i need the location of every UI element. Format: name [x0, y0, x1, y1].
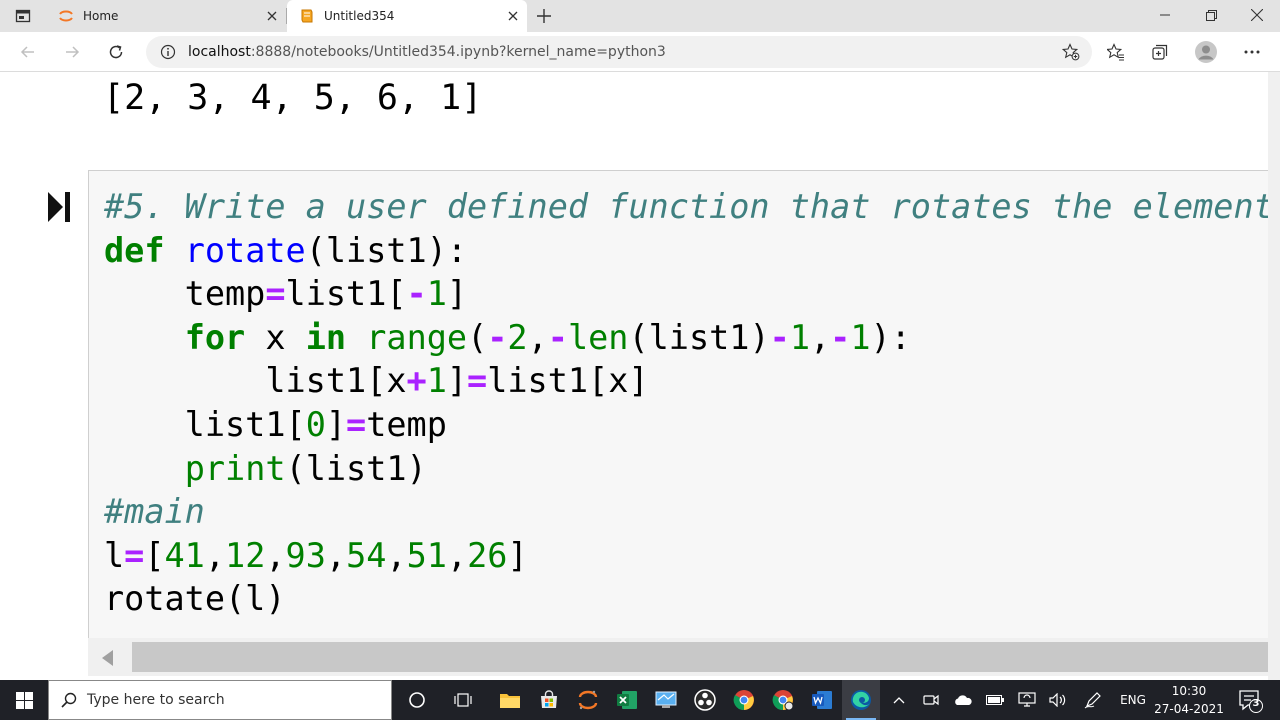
cortana-icon: [409, 692, 425, 708]
taskbar-clock[interactable]: 10:30 27-04-2021: [1150, 682, 1228, 718]
remote-desktop-button[interactable]: [647, 680, 685, 720]
notification-count: 3: [1252, 698, 1260, 709]
tab-home[interactable]: Home: [46, 0, 286, 32]
navigation-bar: localhost:8888/notebooks/Untitled354.ipy…: [0, 32, 1280, 72]
task-view-icon: [454, 693, 472, 707]
chrome-profile-icon: [772, 690, 794, 711]
network-icon[interactable]: [1015, 680, 1039, 720]
task-view-button[interactable]: [444, 680, 482, 720]
clock-date: 27-04-2021: [1154, 702, 1224, 716]
obs-icon: [694, 689, 716, 711]
store-button[interactable]: [530, 680, 568, 720]
new-tab-button[interactable]: [531, 4, 557, 28]
tab-untitled354[interactable]: Untitled354: [287, 0, 527, 32]
excel-button[interactable]: [608, 680, 646, 720]
scroll-left-icon[interactable]: [102, 650, 113, 666]
file-explorer-button[interactable]: [491, 680, 529, 720]
scrollbar-thumb[interactable]: [132, 642, 1268, 672]
edge-button[interactable]: [842, 680, 880, 720]
battery-icon[interactable]: [984, 680, 1006, 720]
run-cell-icon[interactable]: [46, 190, 72, 224]
chrome-profile-button[interactable]: [764, 680, 802, 720]
add-favorite-icon[interactable]: [1062, 43, 1080, 61]
code-line: #main: [104, 492, 205, 532]
onedrive-icon[interactable]: [951, 680, 975, 720]
function-name: rotate: [184, 230, 306, 270]
volume-icon[interactable]: [1046, 680, 1070, 720]
refresh-button[interactable]: [102, 38, 130, 66]
start-button[interactable]: [0, 680, 48, 720]
close-tab-icon[interactable]: [258, 2, 286, 30]
profile-avatar[interactable]: [1192, 38, 1220, 66]
cortana-button[interactable]: [398, 680, 436, 720]
collections-icon[interactable]: [1146, 38, 1174, 66]
notebook-area: [2, 3, 4, 5, 6, 1] #5. Write a user defi…: [0, 72, 1268, 680]
meet-now-icon[interactable]: [920, 680, 942, 720]
store-icon: [541, 690, 557, 708]
settings-more-icon[interactable]: [1238, 38, 1266, 66]
url-host: localhost: [188, 44, 251, 60]
tab-strip: Home Untitled354: [0, 0, 1280, 32]
action-center-button[interactable]: 3: [1232, 686, 1268, 714]
pen-workspace-icon[interactable]: [1080, 680, 1106, 720]
jupyter-app-icon: [578, 690, 598, 710]
info-icon[interactable]: [160, 44, 176, 60]
favorites-icon[interactable]: [1102, 38, 1130, 66]
url-path: :8888/notebooks/Untitled354.ipynb?kernel…: [250, 44, 666, 60]
address-bar[interactable]: localhost:8888/notebooks/Untitled354.ipy…: [146, 36, 1092, 68]
word-icon: [812, 691, 832, 709]
folder-icon: [500, 694, 520, 708]
show-hidden-icons-button[interactable]: [888, 680, 910, 720]
chrome-button[interactable]: [725, 680, 763, 720]
taskbar: Type here to search ENG 10:30 27-04-2021…: [0, 680, 1280, 720]
chrome-icon: [733, 690, 754, 711]
notebook-icon: [299, 8, 315, 24]
window-menu-icon[interactable]: [14, 7, 32, 25]
code-cell[interactable]: #5. Write a user defined function that r…: [88, 170, 1268, 640]
horizontal-scrollbar[interactable]: [88, 638, 1268, 676]
restore-button[interactable]: [1188, 0, 1234, 30]
tab-title: Untitled354: [324, 9, 395, 23]
keyword-for: for: [184, 317, 246, 357]
code-line: #5. Write a user defined function that r…: [104, 187, 1268, 226]
url-text[interactable]: localhost:8888/notebooks/Untitled354.ipy…: [188, 44, 666, 60]
vertical-scrollbar[interactable]: [1268, 72, 1280, 680]
jupyter-app-button[interactable]: [569, 680, 607, 720]
chevron-up-icon: [893, 697, 905, 704]
search-placeholder: Type here to search: [87, 692, 225, 708]
minimize-button[interactable]: [1142, 0, 1188, 30]
jupyter-icon: [58, 8, 74, 24]
edge-icon: [851, 690, 871, 710]
excel-icon: [617, 691, 637, 709]
input-language[interactable]: ENG: [1116, 680, 1150, 720]
taskbar-search[interactable]: Type here to search: [48, 680, 392, 720]
close-window-button[interactable]: [1234, 0, 1280, 30]
clock-time: 10:30: [1171, 684, 1207, 698]
word-button[interactable]: [803, 680, 841, 720]
back-button[interactable]: [14, 38, 42, 66]
tab-title: Home: [83, 9, 119, 23]
windows-icon: [15, 691, 33, 709]
obs-button[interactable]: [686, 680, 724, 720]
keyword-def: def: [104, 230, 165, 270]
remote-desktop-icon: [655, 691, 677, 708]
close-tab-icon[interactable]: [499, 2, 527, 30]
code-editor[interactable]: #5. Write a user defined function that r…: [104, 185, 1268, 621]
previous-cell-output: [2, 3, 4, 5, 6, 1]: [103, 78, 483, 118]
forward-button[interactable]: [58, 38, 86, 66]
search-icon: [61, 692, 77, 708]
